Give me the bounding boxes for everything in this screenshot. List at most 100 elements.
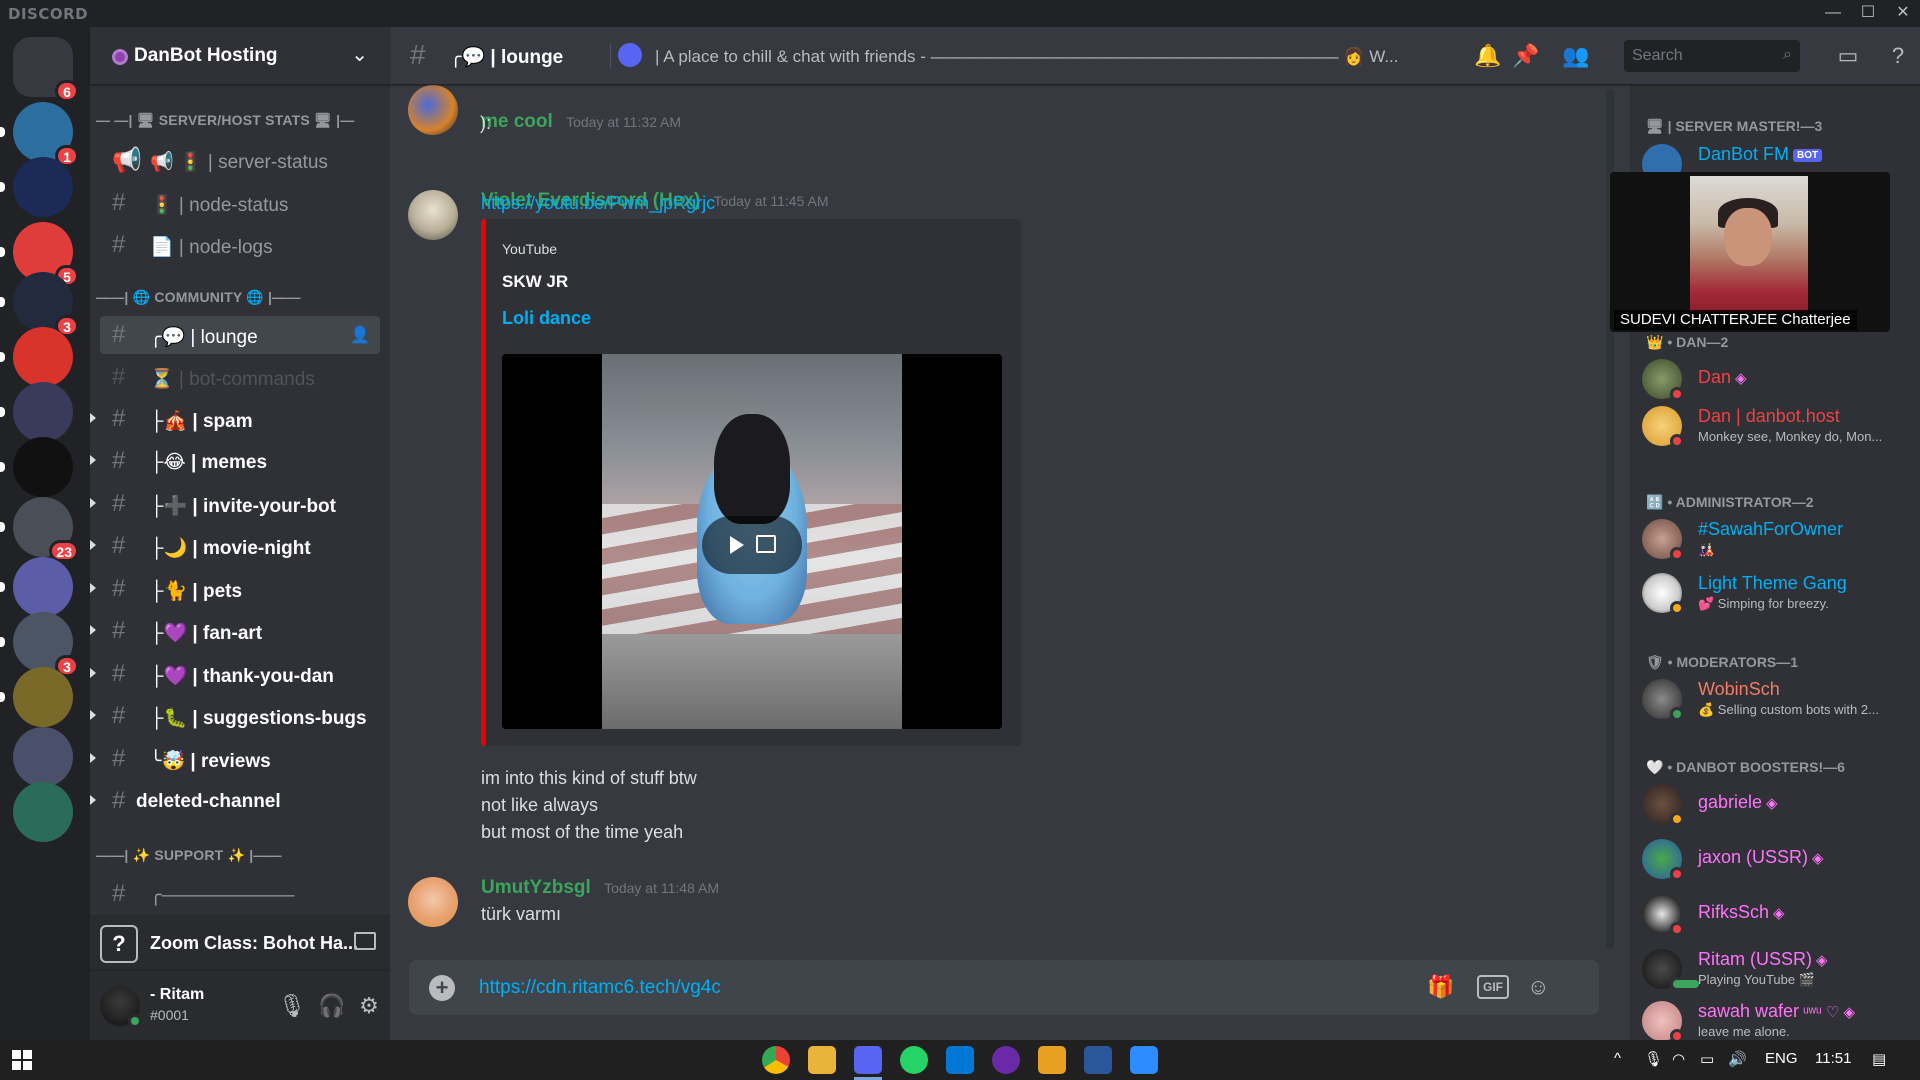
whatsapp-icon[interactable] <box>900 1046 928 1074</box>
create-invite-icon[interactable]: 👤 <box>350 325 370 345</box>
youtube-link[interactable]: https://youtu.be/Pwm_jpRgrjc <box>481 193 715 214</box>
video-call-overlay[interactable]: SUDEVI CHATTERJEE Chatterjee <box>1610 172 1890 332</box>
member-item[interactable]: RifksSch ◈ <box>1642 890 1912 940</box>
server-icon[interactable] <box>13 327 73 387</box>
member-item[interactable]: Light Theme Gang 💕 Simping for breezy. <box>1642 569 1912 619</box>
close-button[interactable]: ✕ <box>1888 2 1918 24</box>
chevron-down-icon[interactable]: ⌄ <box>351 42 368 67</box>
message-input[interactable]: + https://cdn.ritamc6.tech/vg4c 🎁 GIF ☺ <box>409 960 1599 1015</box>
message-text: not like always <box>481 795 599 815</box>
member-item[interactable]: WobinSch 💰 Selling custom bots with 2... <box>1642 675 1912 725</box>
inbox-icon[interactable]: ▭ <box>1834 42 1862 70</box>
server-icon[interactable] <box>13 437 73 497</box>
channel-node-status[interactable]: # 🚦 | node-status <box>100 184 380 222</box>
member-item[interactable]: jaxon (USSR) ◈ <box>1642 835 1912 885</box>
channel-fan-art[interactable]: # ├💜 | fan-art <box>90 612 380 650</box>
channel-pets[interactable]: # ├🐈 | pets <box>90 570 380 608</box>
server-icon[interactable]: 6 <box>13 37 79 102</box>
sticky-app-icon[interactable] <box>1038 1046 1066 1074</box>
minimize-button[interactable]: — <box>1818 2 1848 24</box>
channel-suggestions-bugs[interactable]: # ├🐛 | suggestions-bugs <box>90 697 380 735</box>
volume-icon[interactable]: 🔊 <box>1728 1050 1747 1068</box>
language-indicator[interactable]: ENG <box>1765 1050 1798 1067</box>
gift-icon[interactable]: 🎁 <box>1427 973 1454 1001</box>
channel-label: ├🎪 | spam <box>150 411 253 432</box>
screen-share-icon[interactable] <box>354 932 376 950</box>
category-community[interactable]: ——| 🌐 COMMUNITY 🌐 |—— <box>96 289 301 306</box>
microphone-icon[interactable]: 🎙 <box>1644 1050 1663 1068</box>
channel-node-logs[interactable]: # 📄 | node-logs <box>100 226 380 264</box>
channel-spam[interactable]: # ├🎪 | spam <box>90 400 380 438</box>
member-item[interactable]: #SawahForOwner 🎎 <box>1642 515 1912 565</box>
channel-support-divider[interactable]: # ╭——————— <box>100 875 380 913</box>
headphones-icon[interactable]: 🎧 <box>318 993 345 1019</box>
member-item[interactable]: Dan ◈ <box>1642 355 1912 405</box>
bell-icon[interactable]: 🔔 <box>1474 42 1502 70</box>
pin-icon[interactable]: 📌 <box>1512 42 1540 70</box>
voice-status-bar[interactable]: ? Zoom Class: Bohot Ha... <box>90 915 390 971</box>
guild-header[interactable]: DanBot Hosting ⌄ <box>90 27 390 85</box>
channel-bot-commands[interactable]: # ⏳ | bot-commands <box>100 358 380 396</box>
server-icon[interactable] <box>13 557 73 617</box>
wifi-icon[interactable]: ◠ <box>1672 1050 1685 1068</box>
server-icon[interactable]: 23 <box>13 497 79 562</box>
chrome-icon[interactable] <box>762 1046 790 1074</box>
embed-author[interactable]: SKW JR <box>502 272 568 292</box>
member-item[interactable]: Dan | danbot.host Monkey see, Monkey do,… <box>1642 402 1912 452</box>
battery-icon[interactable]: ▭ <box>1700 1050 1714 1068</box>
video-player[interactable] <box>502 354 1002 729</box>
message-author[interactable]: UmutYzbsgl <box>481 877 591 898</box>
play-button[interactable] <box>702 516 802 574</box>
youtube-embed: YouTube SKW JR Loli dance <box>481 219 1021 746</box>
server-icon[interactable]: 1 <box>13 102 79 167</box>
server-icon[interactable] <box>13 727 73 787</box>
notifications-icon[interactable]: ▤ <box>1872 1050 1886 1068</box>
channel-thank-you-dan[interactable]: # ├💜 | thank-you-dan <box>90 655 380 693</box>
member-item[interactable]: sawah wafer ᵘʷᵘ ♡ ◈ leave me alone. <box>1642 997 1912 1040</box>
channel-deleted-channel[interactable]: # deleted-channel <box>90 782 380 820</box>
word-icon[interactable] <box>1084 1046 1112 1074</box>
mute-mic-icon[interactable]: 🎙 <box>278 993 306 1019</box>
channel-movie-night[interactable]: # ├🌙 | movie-night <box>90 527 380 565</box>
settings-gear-icon[interactable]: ⚙ <box>356 993 382 1019</box>
channel-reviews[interactable]: # ╰🤯 | reviews <box>90 740 380 778</box>
channel-server-status[interactable]: 📢 📢 🚦 | server-status <box>100 141 380 179</box>
clock[interactable]: 11:51 <box>1815 1050 1851 1067</box>
avatar[interactable] <box>408 190 458 240</box>
embed-title[interactable]: Loli dance <box>502 308 591 329</box>
category-support[interactable]: ——| ✨ SUPPORT ✨ |—— <box>96 847 282 864</box>
vscode-icon[interactable] <box>946 1046 974 1074</box>
add-attachment-icon[interactable]: + <box>429 975 455 1001</box>
tray-chevron-icon[interactable]: ^ <box>1614 1050 1621 1067</box>
avatar[interactable] <box>408 877 458 927</box>
app-icon[interactable] <box>992 1046 1020 1074</box>
windows-start-icon[interactable] <box>12 1050 32 1070</box>
file-explorer-icon[interactable] <box>808 1046 836 1074</box>
member-item[interactable]: Ritam (USSR) ◈ Playing YouTube 🎬 <box>1642 945 1912 995</box>
member-item[interactable]: gabriele ◈ <box>1642 780 1912 830</box>
gif-button[interactable]: GIF <box>1477 975 1509 999</box>
avatar[interactable] <box>408 85 458 135</box>
maximize-button[interactable]: ☐ <box>1853 2 1883 24</box>
member-list-icon[interactable]: 👥 <box>1562 42 1590 70</box>
channel-memes[interactable]: # ├😂 | memes <box>90 442 380 480</box>
message-author[interactable]: me cool <box>481 111 553 132</box>
zoom-icon[interactable] <box>1130 1046 1158 1074</box>
server-icon[interactable]: 3 <box>13 612 79 677</box>
server-icon[interactable] <box>13 667 73 727</box>
server-icon[interactable] <box>13 782 73 842</box>
discord-taskbar-icon[interactable] <box>854 1046 882 1074</box>
search-input[interactable]: Search ⌕ <box>1624 40 1800 72</box>
channel-topic[interactable]: | A place to chill & chat with friends -… <box>655 47 1585 67</box>
server-icon[interactable]: 3 <box>13 272 79 337</box>
channel-lounge[interactable]: # ╭💬 | lounge 👤 <box>100 316 380 354</box>
category-server-stats[interactable]: — —| 🖥 SERVER/HOST STATS 🖥 |— <box>96 112 354 129</box>
emoji-icon[interactable]: ☺ <box>1527 973 1549 1001</box>
channel-invite-your-bot[interactable]: # ├➕ | invite-your-bot <box>90 485 380 523</box>
help-icon[interactable]: ? <box>1884 42 1912 70</box>
server-icon[interactable] <box>13 382 73 442</box>
message-input-text[interactable]: https://cdn.ritamc6.tech/vg4c <box>479 977 721 999</box>
message-text: türk varmı <box>481 904 562 924</box>
server-icon[interactable] <box>13 157 73 217</box>
hash-icon: # <box>112 575 126 602</box>
